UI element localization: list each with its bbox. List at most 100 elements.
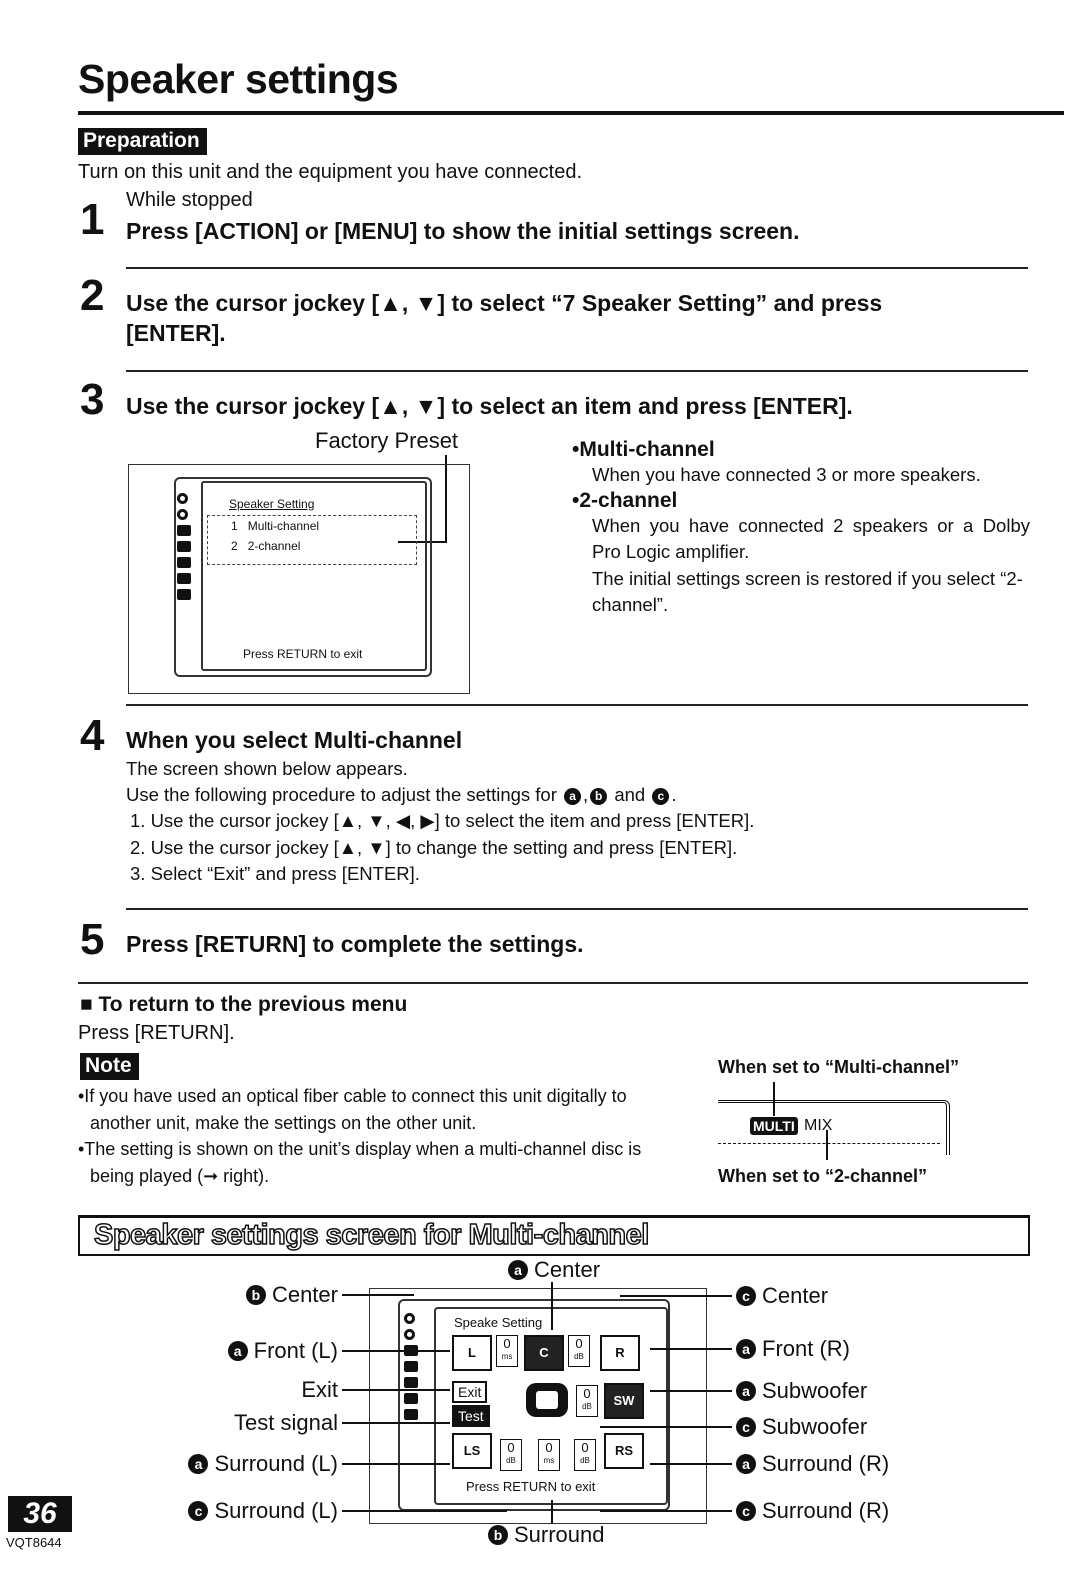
value: 0 <box>545 1440 553 1455</box>
marker-a-icon: a <box>508 1260 528 1280</box>
speaker-code: C <box>539 1345 549 1360</box>
option-multi-channel[interactable]: 1 Multi-channel <box>231 519 319 533</box>
listener-screen <box>536 1391 558 1409</box>
value: 0 <box>507 1440 515 1455</box>
page-number: 36 <box>8 1496 72 1532</box>
callout-leader <box>600 1426 732 1428</box>
callout-right-subwoofer-a: a Subwoofer <box>736 1378 867 1404</box>
test-signal-button[interactable]: Test <box>452 1405 490 1427</box>
surround-right-speaker-icon[interactable]: RS <box>604 1433 644 1469</box>
callout-leader <box>650 1348 732 1350</box>
subwoofer-level-value[interactable]: 0 dB <box>576 1385 598 1417</box>
unit-display: MULTI MIX <box>718 1100 950 1155</box>
speaker-setting-icon <box>177 573 191 584</box>
option-title-2ch: •2-channel <box>572 488 678 512</box>
divider <box>126 267 1028 269</box>
center-delay-value[interactable]: 0 ms <box>496 1335 518 1367</box>
callout-label: Front (L) <box>253 1338 338 1363</box>
screen-menu-title: Speaker Setting <box>229 497 315 511</box>
return-heading: ■ To return to the previous menu <box>80 993 408 1016</box>
option-2-channel[interactable]: 2 2-channel <box>231 539 300 553</box>
procedure-item: 3. Select “Exit” and press [ENTER]. <box>130 863 420 884</box>
front-right-speaker-icon[interactable]: R <box>600 1335 640 1371</box>
step-1-pre: While stopped <box>126 189 253 211</box>
marker-a-icon: a <box>736 1339 756 1359</box>
screen-footer: Press RETURN to exit <box>466 1479 596 1494</box>
unit: dB <box>506 1456 516 1465</box>
option-desc-2ch-note: The initial settings screen is restored … <box>592 567 1023 616</box>
speaker-code: RS <box>614 1443 634 1458</box>
tape-icon <box>177 525 191 536</box>
multi-channel-screen: Speake Setting L 0 ms C 0 dB R Exit Test 0… <box>369 1288 707 1524</box>
surround-left-speaker-icon[interactable]: LS <box>452 1433 492 1469</box>
subwoofer-speaker-icon[interactable]: SW <box>604 1383 644 1419</box>
surround-delay-value[interactable]: 0 ms <box>538 1439 560 1471</box>
callout-left-surround-c: c Surround (L) <box>188 1498 338 1524</box>
speaker-code: SW <box>613 1393 635 1408</box>
disc-icon <box>404 1329 415 1340</box>
preparation-label: Preparation <box>78 128 207 155</box>
callout-left-center: b Center <box>245 1282 338 1308</box>
callout-label: Center <box>271 1282 338 1307</box>
center-speaker-icon[interactable]: C <box>524 1335 564 1371</box>
step-1-heading: Press [ACTION] or [MENU] to show the ini… <box>126 218 800 244</box>
marker-a-icon: a <box>227 1341 248 1361</box>
unit: ms <box>543 1456 555 1465</box>
display-bottom-edge <box>718 1143 940 1144</box>
return-text: Press [RETURN]. <box>78 1022 235 1044</box>
callout-label: Subwoofer <box>762 1414 868 1439</box>
callout-left-front: a Front (L) <box>227 1338 338 1364</box>
center-level-value[interactable]: 0 dB <box>568 1335 590 1367</box>
intro-and: and <box>614 784 646 805</box>
step-4-intro-markers: Use the following procedure to adjust th… <box>126 784 677 805</box>
step-5-number: 5 <box>80 915 105 964</box>
option-title-multi: •Multi-channel <box>572 438 715 461</box>
callout-leader <box>600 1510 732 1512</box>
note-tag: Note <box>80 1053 139 1080</box>
multi-indicator: MULTI <box>750 1117 798 1135</box>
mix-indicator: MIX <box>804 1117 833 1134</box>
exit-button[interactable]: Exit <box>452 1381 488 1403</box>
two-channel-leader <box>826 1130 828 1160</box>
surround-left-level-value[interactable]: 0 dB <box>500 1439 522 1471</box>
callout-label: Front (R) <box>762 1336 850 1361</box>
callout-label: Surround (L) <box>214 1498 338 1523</box>
callout-label: Surround (R) <box>762 1451 890 1476</box>
callout-leader <box>551 1500 553 1524</box>
callout-leader <box>342 1463 450 1465</box>
marker-c-icon: c <box>736 1501 756 1521</box>
front-left-speaker-icon[interactable]: L <box>452 1335 492 1371</box>
screen-menu-title: Speake Setting <box>454 1315 543 1330</box>
marker-a-icon: a <box>564 788 582 805</box>
step-4-heading: When you select Multi-channel <box>126 727 463 753</box>
option-number: 2 <box>231 539 238 553</box>
callout-leader <box>342 1350 450 1352</box>
callout-label: Center <box>762 1283 829 1308</box>
callout-leader <box>650 1463 732 1465</box>
callout-right-center: c Center <box>736 1283 828 1309</box>
screen-side-icons <box>177 493 191 605</box>
callout-top-center: a Center <box>508 1257 600 1283</box>
callout-leader <box>342 1294 414 1296</box>
step-2-heading-line2: [ENTER]. <box>126 320 226 346</box>
callout-label: Surround (R) <box>762 1498 890 1523</box>
callout-label: Subwoofer <box>762 1378 868 1403</box>
note-list: •If you have used an optical fiber cable… <box>78 1083 682 1189</box>
note-label: Note <box>80 1053 139 1080</box>
speaker-setting-icon <box>177 557 191 568</box>
unit: ms <box>501 1352 513 1361</box>
step-3-number: 3 <box>80 375 105 424</box>
callout-right-subwoofer-c: c Subwoofer <box>736 1414 867 1440</box>
option-label: Multi-channel <box>247 519 320 533</box>
divider <box>126 704 1028 706</box>
tape-icon <box>177 541 191 552</box>
surround-right-level-value[interactable]: 0 dB <box>574 1439 596 1471</box>
disc-icon <box>177 493 188 504</box>
callout-left-surround-a: a Surround (L) <box>188 1451 338 1477</box>
value: 0 <box>583 1386 591 1401</box>
procedure-list: 1. Use the cursor jockey [▲, ▼, ◀, ▶] to… <box>130 808 754 888</box>
title-rule <box>78 111 1064 115</box>
model-code: VQT8644 <box>6 1535 62 1550</box>
label-when-2ch: When set to “2-channel” <box>718 1166 928 1186</box>
callout-leader <box>342 1389 450 1391</box>
